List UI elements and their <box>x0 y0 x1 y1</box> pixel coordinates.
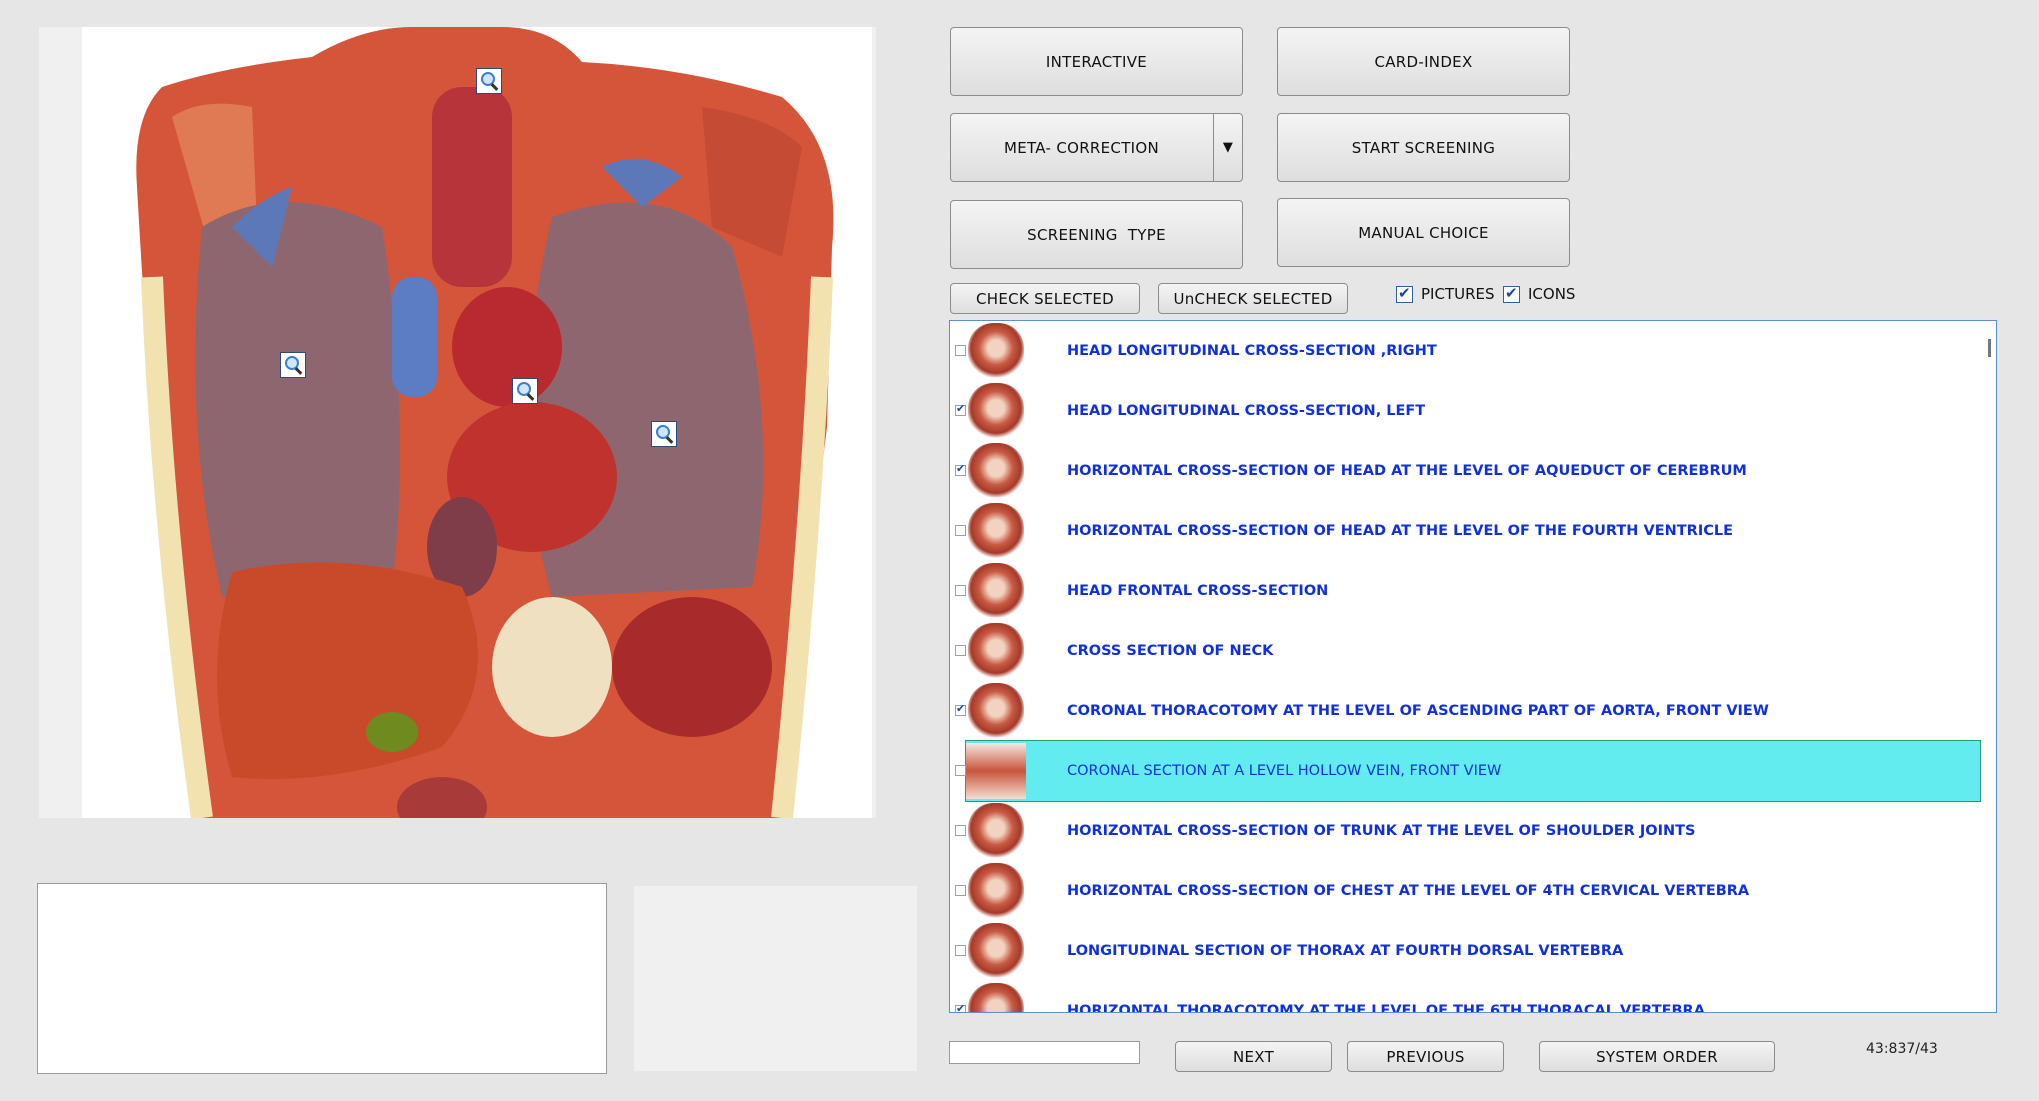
section-thumbnail <box>968 923 1024 979</box>
next-button[interactable]: NEXT <box>1175 1041 1332 1072</box>
item-label: HORIZONTAL CROSS-SECTION OF TRUNK AT THE… <box>1067 823 1696 839</box>
list-item[interactable]: HORIZONTAL THORACOTOMY AT THE LEVEL OF T… <box>950 981 1980 1013</box>
dropdown-arrow-icon[interactable]: ▼ <box>1213 114 1242 181</box>
item-checkbox[interactable] <box>955 525 966 536</box>
item-label: LONGITUDINAL SECTION OF THORAX AT FOURTH… <box>1067 943 1624 959</box>
item-label: HORIZONTAL CROSS-SECTION OF HEAD AT THE … <box>1067 463 1747 479</box>
start-screening-button[interactable]: START SCREENING <box>1277 113 1570 182</box>
section-thumbnail <box>968 383 1024 439</box>
zoom-magnifier-icon[interactable] <box>476 68 502 94</box>
section-thumbnail <box>968 803 1024 859</box>
meta-correction-label: META- CORRECTION <box>1003 138 1160 157</box>
item-label: HEAD LONGITUDINAL CROSS-SECTION ,RIGHT <box>1067 343 1437 359</box>
check-selected-button[interactable]: CHECK SELECTED <box>950 283 1140 314</box>
list-item[interactable]: HORIZONTAL CROSS-SECTION OF HEAD AT THE … <box>950 441 1980 501</box>
zoom-magnifier-icon[interactable] <box>280 352 306 378</box>
item-label: HORIZONTAL CROSS-SECTION OF CHEST AT THE… <box>1067 883 1750 899</box>
item-checkbox[interactable] <box>955 645 966 656</box>
meta-correction-dropdown[interactable]: META- CORRECTION ▼ <box>950 113 1243 182</box>
anatomy-viewer <box>39 27 876 818</box>
item-checkbox[interactable] <box>955 402 966 416</box>
section-thumbnail <box>968 563 1024 619</box>
pictures-checkbox[interactable] <box>1396 284 1413 303</box>
item-label: CORONAL SECTION AT A LEVEL HOLLOW VEIN, … <box>1067 763 1502 779</box>
list-item[interactable]: HORIZONTAL CROSS-SECTION OF TRUNK AT THE… <box>950 801 1980 861</box>
record-counter: 43:837/43 <box>1866 1041 1938 1057</box>
item-label: CORONAL THORACOTOMY AT THE LEVEL OF ASCE… <box>1067 703 1769 719</box>
description-panel <box>37 883 607 1074</box>
icons-option[interactable]: ICONS <box>1503 284 1576 303</box>
list-item[interactable]: CROSS SECTION OF NECK <box>950 621 1980 681</box>
list-item[interactable]: HORIZONTAL CROSS-SECTION OF CHEST AT THE… <box>950 861 1980 921</box>
list-item[interactable]: CORONAL THORACOTOMY AT THE LEVEL OF ASCE… <box>950 681 1980 741</box>
coronal-section-image <box>82 27 872 818</box>
section-thumbnail <box>968 983 1024 1012</box>
item-label: HEAD FRONTAL CROSS-SECTION <box>1067 583 1329 599</box>
scrollbar-thumb[interactable] <box>1988 339 1991 357</box>
item-checkbox[interactable] <box>955 585 966 596</box>
item-checkbox[interactable] <box>955 945 966 956</box>
pictures-option[interactable]: PICTURES <box>1396 284 1495 303</box>
section-list[interactable]: HEAD LONGITUDINAL CROSS-SECTION ,RIGHT HE… <box>949 320 1997 1013</box>
previous-button[interactable]: PREVIOUS <box>1347 1041 1504 1072</box>
item-checkbox[interactable] <box>955 702 966 716</box>
section-thumbnail <box>968 323 1024 379</box>
screening-type-label: SCREENING TYPE <box>1027 225 1166 244</box>
system-order-button[interactable]: SYSTEM ORDER <box>1539 1041 1775 1072</box>
item-checkbox[interactable] <box>955 345 966 356</box>
manual-choice-button[interactable]: MANUAL CHOICE <box>1277 198 1570 267</box>
zoom-magnifier-icon[interactable] <box>651 421 677 447</box>
item-label: HEAD LONGITUDINAL CROSS-SECTION, LEFT <box>1067 403 1426 419</box>
section-thumbnail <box>968 443 1024 499</box>
zoom-magnifier-icon[interactable] <box>512 378 538 404</box>
card-index-button[interactable]: CARD-INDEX <box>1277 27 1570 96</box>
item-label: CROSS SECTION OF NECK <box>1067 643 1274 659</box>
item-checkbox[interactable] <box>955 765 966 776</box>
list-item[interactable]: HEAD FRONTAL CROSS-SECTION <box>950 561 1980 621</box>
list-item[interactable]: HORIZONTAL CROSS-SECTION OF HEAD AT THE … <box>950 501 1980 561</box>
search-input[interactable] <box>949 1041 1140 1064</box>
interactive-button[interactable]: INTERACTIVE <box>950 27 1243 96</box>
item-checkbox[interactable] <box>955 885 966 896</box>
uncheck-selected-button[interactable]: UnCHECK SELECTED <box>1158 283 1348 314</box>
screening-type-button[interactable]: SCREENING TYPE <box>950 200 1243 269</box>
section-thumbnail <box>968 623 1024 679</box>
section-thumbnail <box>966 743 1026 799</box>
list-item[interactable]: HEAD LONGITUDINAL CROSS-SECTION, LEFT <box>950 381 1980 441</box>
section-thumbnail <box>968 683 1024 739</box>
preview-panel <box>634 886 917 1071</box>
item-label: HORIZONTAL THORACOTOMY AT THE LEVEL OF T… <box>1067 1003 1705 1013</box>
item-checkbox[interactable] <box>955 1002 966 1012</box>
section-thumbnail <box>968 503 1024 559</box>
pictures-label: PICTURES <box>1421 285 1495 303</box>
section-thumbnail <box>968 863 1024 919</box>
item-checkbox[interactable] <box>955 462 966 476</box>
icons-label: ICONS <box>1528 285 1576 303</box>
list-item[interactable]: LONGITUDINAL SECTION OF THORAX AT FOURTH… <box>950 921 1980 981</box>
list-item[interactable]: HEAD LONGITUDINAL CROSS-SECTION ,RIGHT <box>950 321 1980 381</box>
list-item[interactable]: CORONAL SECTION AT A LEVEL HOLLOW VEIN, … <box>955 740 1981 802</box>
icons-checkbox[interactable] <box>1503 284 1520 303</box>
item-label: HORIZONTAL CROSS-SECTION OF HEAD AT THE … <box>1067 523 1733 539</box>
anatomy-illustration <box>136 27 834 818</box>
item-checkbox[interactable] <box>955 825 966 836</box>
